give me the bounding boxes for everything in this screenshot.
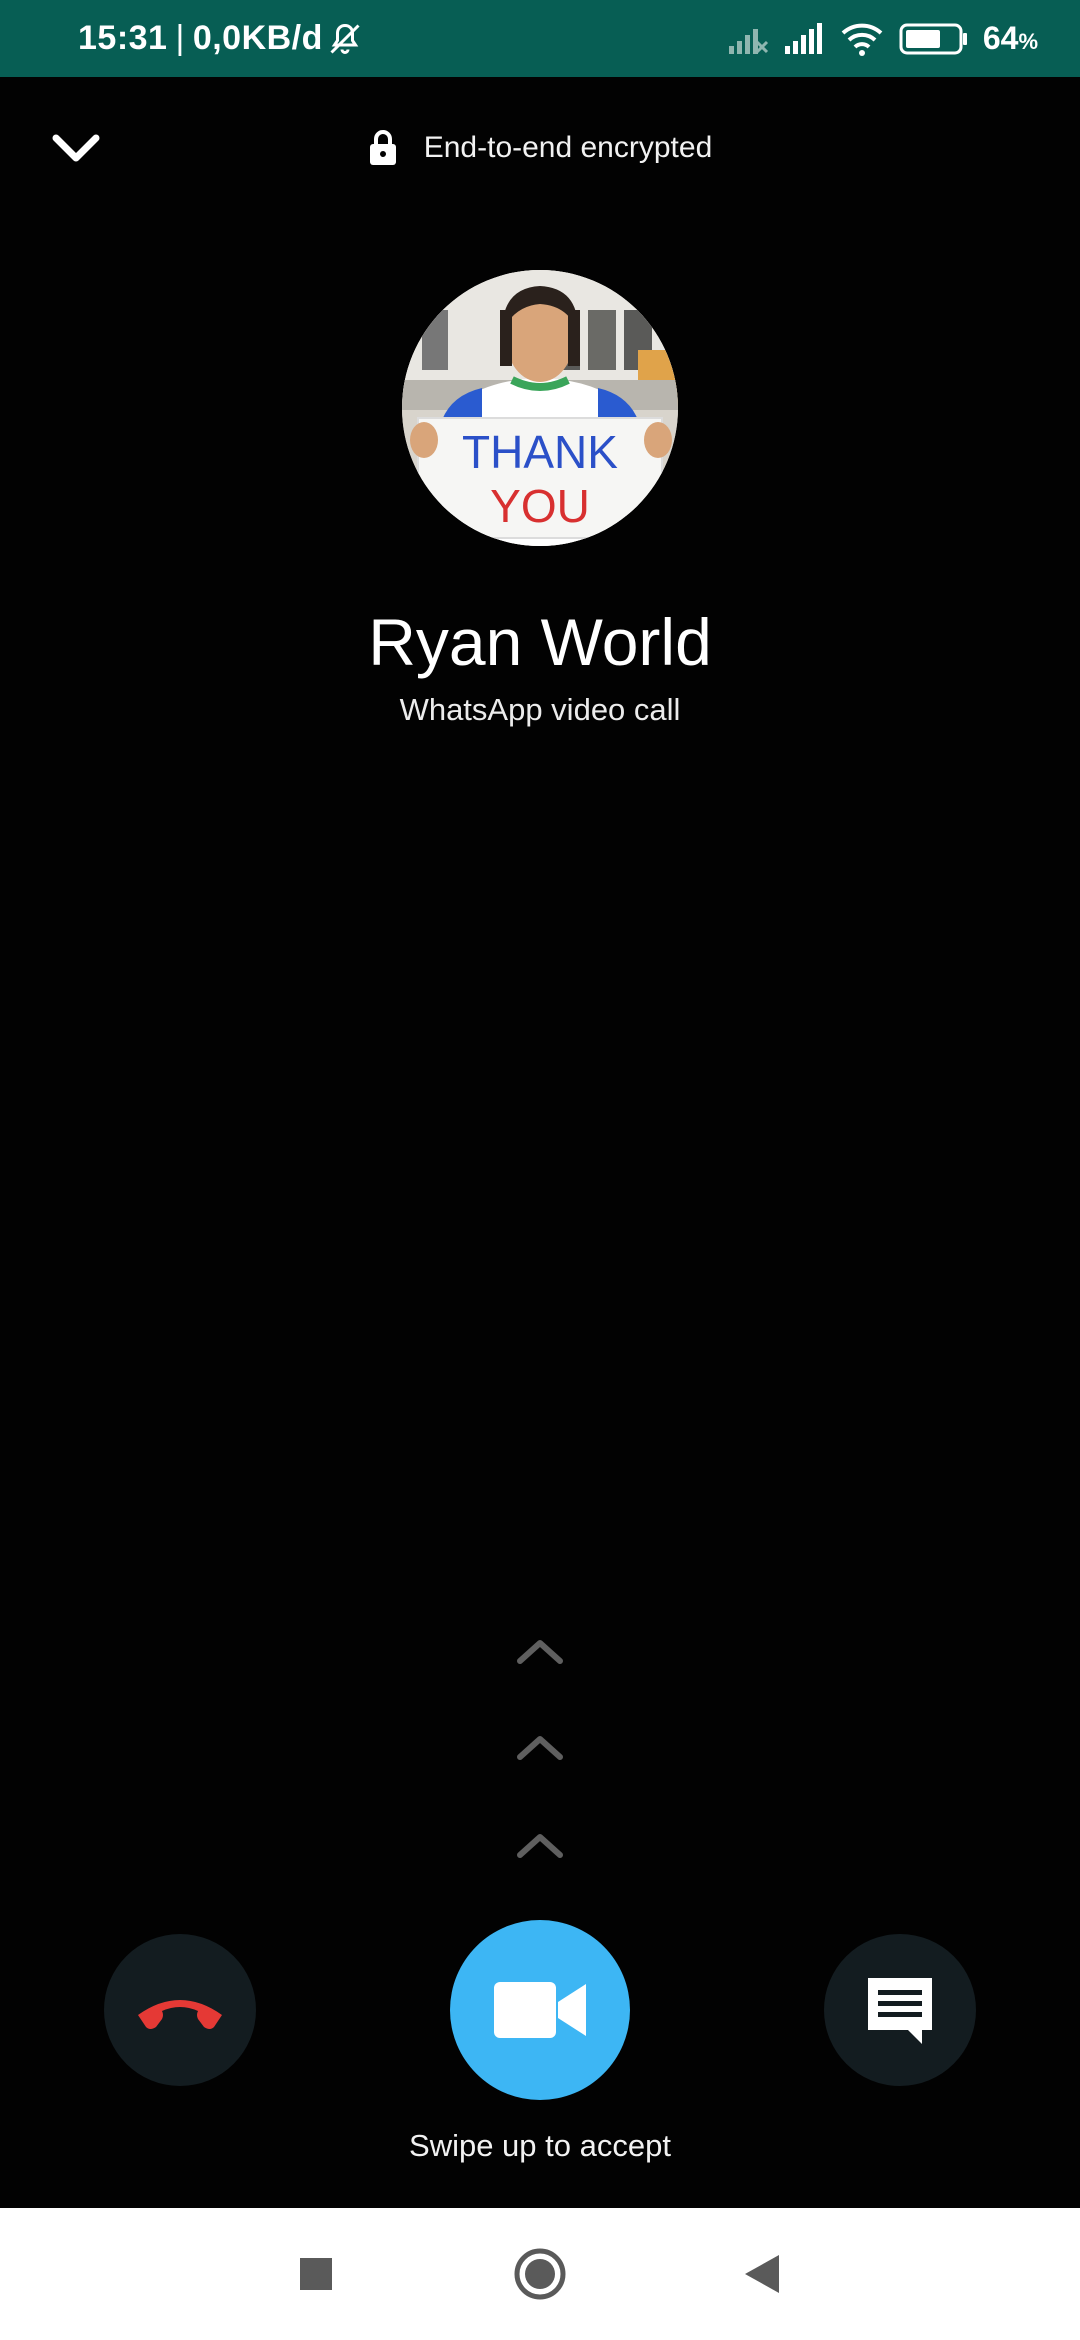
status-bar: 15:31 | 0,0KB/d 64% xyxy=(0,0,1080,77)
battery-level: 64 xyxy=(982,20,1019,56)
encryption-notice: End-to-end encrypted xyxy=(0,120,1080,176)
chevron-up-icon xyxy=(510,1826,570,1866)
back-triangle-icon xyxy=(745,2255,779,2293)
signal-strong-icon xyxy=(783,22,825,56)
encryption-label: End-to-end encrypted xyxy=(423,131,713,164)
status-right: 64% xyxy=(727,0,1038,77)
status-separator: | xyxy=(175,19,185,57)
sign-text-line2: YOU xyxy=(490,480,590,532)
reply-with-message-button[interactable] xyxy=(824,1934,976,2086)
caller-avatar: THANK YOU xyxy=(402,270,678,546)
video-camera-icon xyxy=(494,1982,586,2038)
status-left: 15:31 | 0,0KB/d xyxy=(78,0,363,77)
signal-weak-icon xyxy=(727,22,769,56)
message-icon xyxy=(868,1978,932,2044)
status-time: 15:31 xyxy=(78,19,168,57)
wifi-icon xyxy=(839,21,885,57)
swipe-hint: Swipe up to accept xyxy=(409,2128,671,2163)
battery-icon xyxy=(899,21,969,57)
navigation-bar xyxy=(0,2208,1080,2340)
status-data-rate: 0,0KB/d xyxy=(192,19,323,57)
chevron-up-icon xyxy=(510,1728,570,1768)
sign-text-line1: THANK xyxy=(462,426,618,478)
incoming-call-screen: 15:31 | 0,0KB/d 64% End-to-end encrypted… xyxy=(0,0,1080,2340)
caller-name: Ryan World xyxy=(368,605,712,679)
lock-icon xyxy=(369,130,396,165)
battery-unit: % xyxy=(1018,29,1038,54)
call-type-label: WhatsApp video call xyxy=(399,692,681,727)
chevron-up-icon xyxy=(510,1632,570,1672)
accept-video-call-button[interactable] xyxy=(450,1920,630,2100)
recents-square-icon xyxy=(300,2258,332,2290)
recents-button[interactable] xyxy=(266,2208,366,2340)
home-button[interactable] xyxy=(490,2208,590,2340)
back-button[interactable] xyxy=(712,2208,812,2340)
phone-hangup-icon xyxy=(138,2000,222,2029)
decline-call-button[interactable] xyxy=(104,1934,256,2086)
battery-percentage: 64% xyxy=(983,20,1038,57)
home-circle-icon xyxy=(514,2248,566,2300)
notifications-muted-icon xyxy=(327,21,363,57)
